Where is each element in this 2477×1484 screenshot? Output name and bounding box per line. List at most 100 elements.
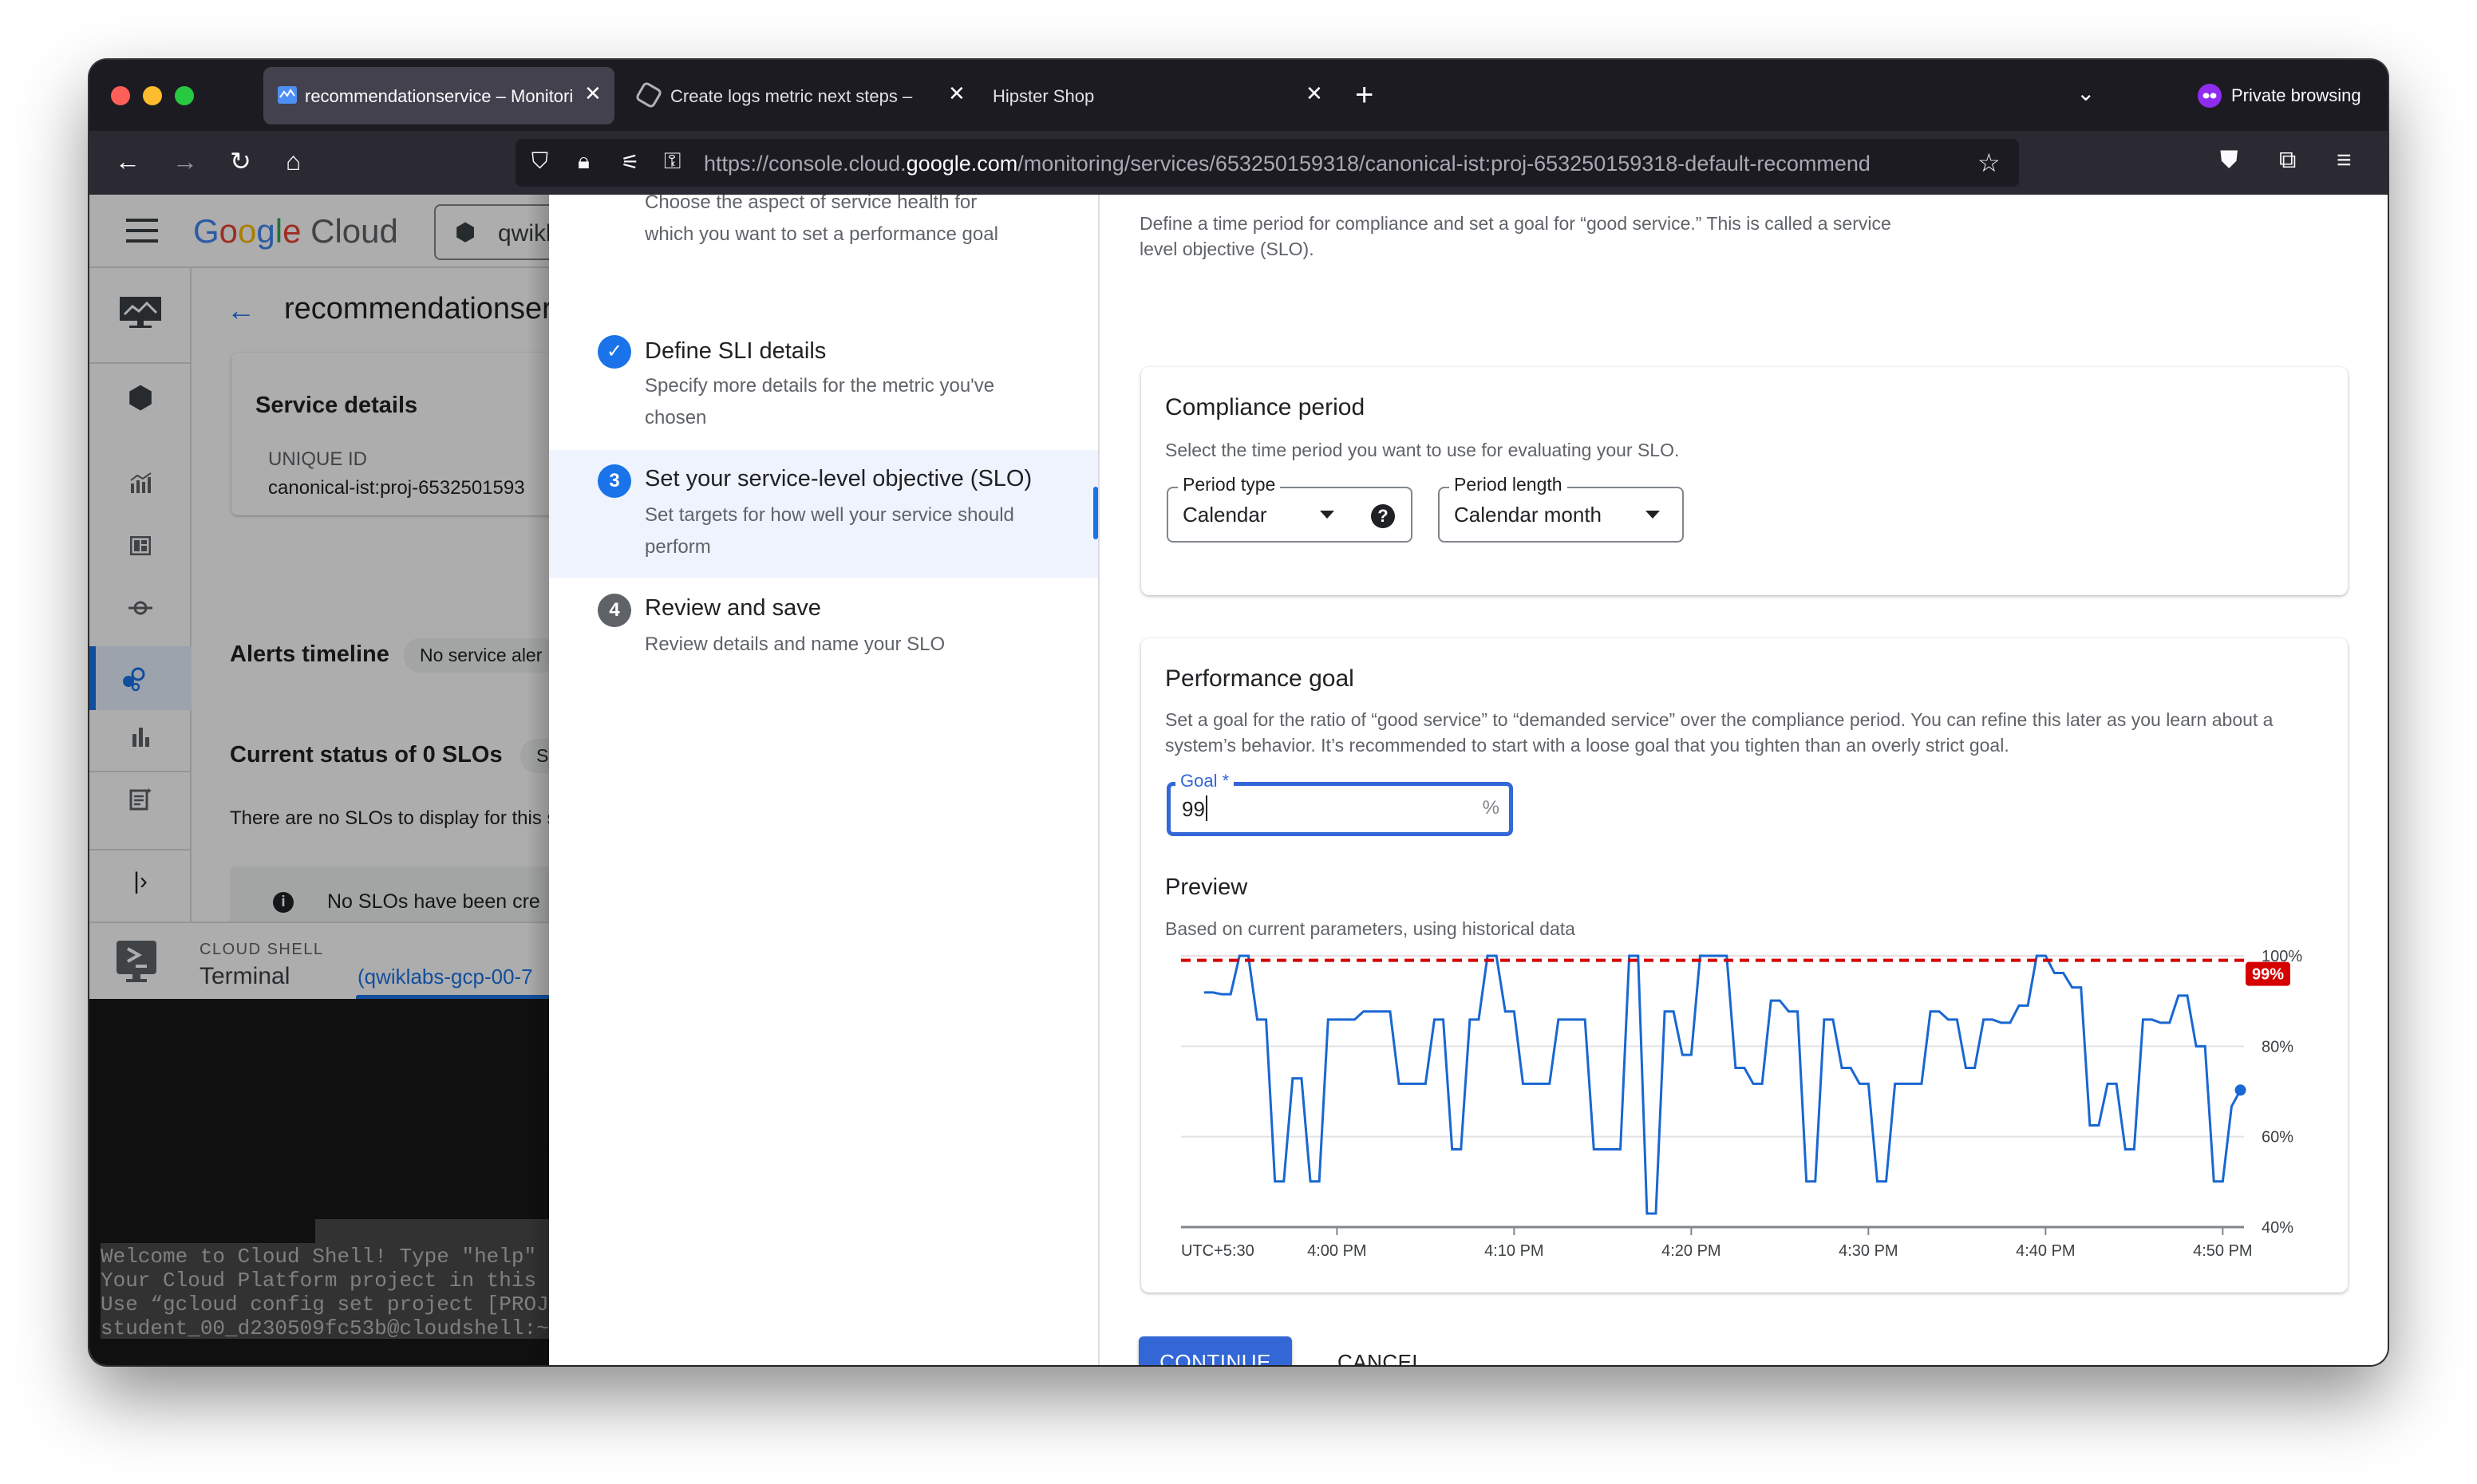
step-check-icon: ✓ — [598, 335, 631, 369]
extensions-icon[interactable]: ⧉ — [2279, 148, 2296, 172]
sli-series-line — [1203, 954, 2242, 1215]
no-slos-text: There are no SLOs to display for this s — [230, 807, 549, 829]
close-tab-icon[interactable]: ✕ — [1306, 81, 1323, 106]
bookmark-star-icon[interactable]: ☆ — [1977, 150, 2001, 176]
dashboards-icon[interactable] — [89, 531, 192, 562]
step-subtitle: perform — [645, 536, 711, 558]
slo-stepper: Choose the aspect of service health for … — [549, 195, 1100, 1365]
tracking-protection-shield-icon[interactable]: ⛉ — [531, 150, 548, 172]
address-bar[interactable]: ⛉ 🔒︎ ⚟ ⚿ https://console.cloud.google.co… — [516, 139, 2019, 187]
step-3-active[interactable]: 3 Set your service-level objective (SLO)… — [549, 450, 1098, 578]
cloud-shell-icon — [115, 939, 158, 989]
step-subtitle: which you want to set a performance goal — [645, 223, 998, 245]
app-menu-icon[interactable]: ≡ — [2337, 147, 2352, 172]
description-line: Set a goal for the ratio of “good servic… — [1165, 709, 2274, 730]
tab-label: recommendationservice – Monitoring — [305, 86, 572, 106]
period-type-value: Calendar — [1183, 503, 1267, 527]
panel-shadow — [527, 195, 549, 1365]
help-icon[interactable]: ? — [1371, 504, 1395, 528]
period-length-select[interactable]: Period length Calendar month — [1438, 474, 1684, 543]
monitoring-product-icon[interactable] — [89, 295, 192, 337]
new-tab-button[interactable]: + — [1355, 79, 1373, 111]
google-cloud-logo[interactable]: Google Cloud — [193, 212, 398, 251]
x-tick-label: 4:10 PM — [1484, 1242, 1543, 1260]
reload-button[interactable]: ↻ — [230, 148, 251, 174]
nav-toolbar: ← → ↻ ⌂ ⛉ 🔒︎ ⚟ ⚿ https://console.cloud.g… — [89, 131, 2388, 195]
step-subtitle: Choose the aspect of service health for — [645, 195, 978, 213]
permissions-sliders-icon[interactable]: ⚟ — [621, 152, 639, 172]
maximize-window-button[interactable] — [175, 86, 194, 105]
forward-button[interactable]: → — [172, 148, 198, 174]
x-tick-label: 4:30 PM — [1839, 1242, 1898, 1260]
close-tab-icon[interactable]: ✕ — [948, 81, 966, 106]
monitoring-icon — [278, 86, 297, 104]
url-text[interactable]: https://console.cloud.google.com/monitor… — [704, 152, 1965, 176]
close-tab-icon[interactable]: ✕ — [584, 81, 602, 106]
list-all-tabs-chevron-icon[interactable]: ⌄ — [2076, 82, 2095, 105]
page-content: Google Cloud ⬢ qwikl ⬢ ✦ |› ← recommenda… — [89, 195, 2388, 1365]
tab-recommendationservice[interactable]: recommendationservice – Monitoring ✕ — [263, 67, 614, 124]
step-subtitle: Specify more details for the metric you'… — [645, 375, 995, 397]
goal-input[interactable]: Goal * 99 % — [1167, 771, 1513, 836]
step-number-badge: 3 — [598, 464, 631, 498]
goal-label: Goal * — [1175, 771, 1235, 791]
home-button[interactable]: ⌂ — [286, 148, 301, 174]
browser-window: recommendationservice – Monitoring ✕ Cre… — [89, 60, 2388, 1365]
terminal-tab[interactable]: (qwiklabs-gcp-00-7 — [358, 965, 533, 989]
goal-suffix: % — [1482, 797, 1499, 819]
terminal-output[interactable]: Welcome to Cloud Shell! Type "help" Your… — [89, 999, 549, 1365]
period-type-label: Period type — [1178, 474, 1281, 495]
url-path: /monitoring/services/653250159318/canoni… — [1017, 152, 1871, 176]
intro-line: level objective (SLO). — [1140, 239, 1314, 259]
url-prefix: https://console.cloud. — [704, 152, 907, 176]
goal-value: 99 — [1182, 797, 1205, 821]
x-tick-label: 4:00 PM — [1307, 1242, 1366, 1260]
metrics-explorer-icon[interactable] — [89, 469, 192, 500]
terminal-selection — [315, 1219, 549, 1243]
overview-hexagons-icon[interactable]: ⬢ — [89, 380, 192, 416]
step-subtitle: Review details and name your SLO — [645, 633, 946, 655]
bar-chart-icon[interactable] — [89, 723, 192, 754]
y-tick-label: 60% — [2262, 1129, 2293, 1147]
key-icon[interactable]: ⚿ — [664, 150, 681, 172]
info-icon: i — [273, 892, 294, 913]
compliance-description: Select the time period you want to use f… — [1165, 440, 1680, 460]
unique-id-label: UNIQUE ID — [268, 448, 368, 470]
step-number-badge: 4 — [598, 594, 631, 627]
console-background: Google Cloud ⬢ qwikl ⬢ ✦ |› ← recommenda… — [89, 195, 549, 1365]
tab-hipster-shop[interactable]: Hipster Shop ✕ — [982, 67, 1333, 124]
side-rail: ⬢ ✦ |› — [89, 268, 192, 922]
minimize-window-button[interactable] — [143, 86, 162, 105]
continue-button[interactable]: CONTINUE — [1139, 1336, 1292, 1365]
services-slo-nav-item[interactable] — [89, 646, 192, 710]
performance-description: Set a goal for the ratio of “good servic… — [1165, 707, 2346, 758]
description-line: system’s behavior. It’s recommended to s… — [1165, 735, 2009, 756]
step-title: Review and save — [645, 595, 821, 621]
back-button[interactable]: ← — [115, 148, 140, 174]
back-arrow-icon[interactable]: ← — [227, 294, 255, 327]
tab-create-logs-metric[interactable]: Create logs metric next steps – ✕ — [626, 67, 977, 124]
expand-rail-icon[interactable]: |› — [89, 868, 192, 895]
step-subtitle: chosen — [645, 407, 707, 428]
cancel-button[interactable]: CANCEL — [1325, 1336, 1436, 1365]
close-window-button[interactable] — [111, 86, 130, 105]
tab-bar: recommendationservice – Monitoring ✕ Cre… — [89, 60, 2388, 131]
tab-label: Create logs metric next steps – — [670, 86, 913, 106]
hamburger-menu-icon[interactable] — [126, 219, 158, 243]
tab-label: Hipster Shop — [993, 86, 1095, 106]
console-header: Google Cloud ⬢ qwikl — [89, 195, 549, 268]
compliance-period-card: Compliance period Select the time period… — [1141, 367, 2348, 595]
compliance-title: Compliance period — [1165, 394, 1365, 420]
x-tick-label: 4:40 PM — [2016, 1242, 2075, 1260]
pocket-icon[interactable]: ⛊ — [2220, 148, 2238, 172]
private-mask-icon — [2198, 84, 2222, 108]
period-type-select[interactable]: Period type Calendar ? — [1167, 474, 1412, 543]
text-cursor — [1206, 795, 1207, 821]
document-sparkle-icon[interactable]: ✦ — [89, 787, 192, 818]
uptime-checks-icon[interactable] — [89, 594, 192, 625]
qwiklabs-icon — [634, 81, 663, 109]
goal-badge-label: 99% — [2252, 966, 2284, 984]
preview-chart: 40%60%80%100%4:00 PM 4:10 PM 4:20 PM 4:30 P… — [1181, 949, 2302, 1260]
terminal-line: Your Cloud Platform project in this — [101, 1269, 537, 1293]
lock-icon[interactable]: 🔒︎ — [578, 150, 590, 172]
